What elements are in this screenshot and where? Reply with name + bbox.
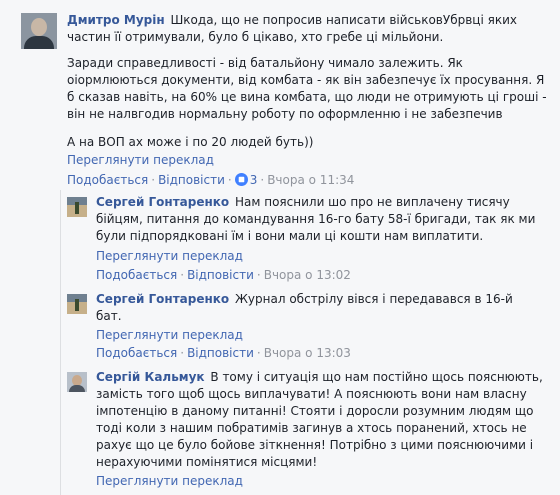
comment-1-like-link[interactable]: Подобається: [67, 173, 148, 187]
reply-2-body: Сергей Гонтаренко Журнал обстрілу вівся …: [96, 291, 536, 325]
reply-2-reply-link[interactable]: Відповісти: [187, 346, 254, 360]
reply-2-timestamp[interactable]: Вчора о 13:03: [264, 346, 351, 360]
comment-1-author[interactable]: Дмитро Мурін: [67, 13, 165, 27]
comment-1-reply-link[interactable]: Відповісти: [158, 173, 225, 187]
avatar-dmytro[interactable]: [21, 13, 57, 49]
reply-3-body: Сергій Кальмук В тому і ситуація що нам …: [96, 369, 551, 471]
avatar-serhey-1[interactable]: [67, 197, 87, 217]
comment-1-timestamp[interactable]: Вчора о 11:34: [267, 173, 354, 187]
reply-2-actions: Подобається · Відповісти · Вчора о 13:03: [96, 346, 351, 360]
reply-3-see-translation[interactable]: Переглянути переклад: [96, 473, 243, 489]
comment-1-body: Дмитро Мурін Шкода, що не попросив напис…: [67, 12, 547, 46]
comment-1-paragraph-3: А на ВОП ах може і по 20 людей буть)): [67, 135, 314, 149]
reply-1-see-translation[interactable]: Переглянути переклад: [96, 248, 243, 264]
reply-2-author[interactable]: Сергей Гонтаренко: [96, 292, 229, 306]
reply-3-author[interactable]: Сергій Кальмук: [96, 370, 205, 384]
reply-1-timestamp[interactable]: Вчора о 13:02: [264, 268, 351, 282]
comment-1-paragraph-2: Заради справедливості - від батальйону ч…: [67, 56, 547, 121]
reply-thread-line: [60, 190, 61, 495]
reply-3-text: В тому і ситуація що нам постійно щось п…: [96, 370, 543, 469]
reply-2-like-link[interactable]: Подобається: [96, 346, 177, 360]
reply-1-like-link[interactable]: Подобається: [96, 268, 177, 282]
avatar-serhey-2[interactable]: [67, 294, 87, 314]
comment-1-reaction-count[interactable]: 3: [250, 173, 258, 187]
reply-1-author[interactable]: Сергей Гонтаренко: [96, 195, 229, 209]
avatar-serhiy-kalmuk[interactable]: [67, 372, 87, 392]
comment-1-see-translation[interactable]: Переглянути переклад: [67, 152, 214, 168]
reply-1-actions: Подобається · Відповісти · Вчора о 13:02: [96, 268, 351, 282]
comment-thread: Дмитро Мурін Шкода, що не попросив напис…: [0, 0, 560, 495]
reply-1-reply-link[interactable]: Відповісти: [187, 268, 254, 282]
reply-2-see-translation[interactable]: Переглянути переклад: [96, 327, 243, 343]
comment-1-actions: Подобається · Відповісти · 3 · Вчора о 11:34: [67, 173, 355, 187]
like-reaction-icon: [234, 173, 248, 186]
reply-1-body: Сергей Гонтаренко Нам пояснили шо про не…: [96, 194, 551, 245]
